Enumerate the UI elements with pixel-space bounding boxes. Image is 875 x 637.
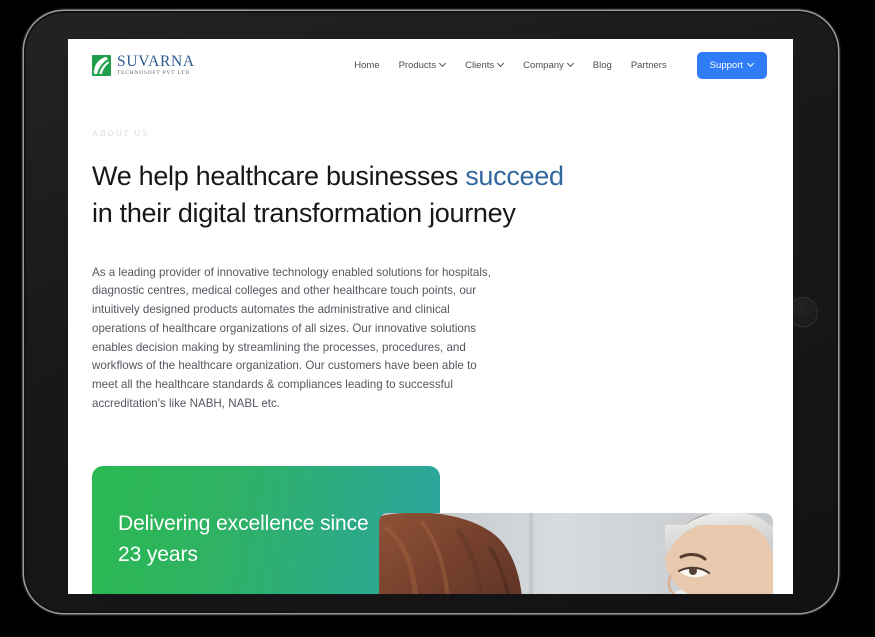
- photo-artwork: [379, 512, 773, 594]
- nav-item-label: Partners: [630, 59, 667, 71]
- nav-item-label: Clients: [465, 59, 495, 71]
- tablet-screen: SUVARNA Technosoft Pvt Ltd Home Products: [68, 39, 793, 594]
- brand-text-block: SUVARNA Technosoft Pvt Ltd: [117, 54, 195, 77]
- brand-tagline: Technosoft Pvt Ltd: [117, 70, 191, 77]
- suvarna-swoosh-logo-icon: [92, 54, 111, 76]
- page-title: We help healthcare businesses succeed in …: [92, 158, 612, 233]
- nav-item-label: Products: [398, 59, 437, 71]
- brand-name: SUVARNA: [117, 52, 195, 70]
- nav-item-label: Blog: [592, 59, 612, 71]
- brand-logo-link[interactable]: SUVARNA Technosoft Pvt Ltd: [92, 54, 195, 77]
- headline-accent-word: succeed: [465, 161, 564, 191]
- chevron-down-icon: [498, 61, 504, 67]
- support-button[interactable]: Support: [696, 51, 767, 79]
- headline-part-one: We help healthcare businesses: [92, 161, 466, 191]
- nav-item-home[interactable]: Home: [354, 60, 379, 71]
- nav-item-partners[interactable]: Partners: [631, 60, 667, 71]
- screenshot-stage: SUVARNA Technosoft Pvt Ltd Home Products: [0, 0, 875, 637]
- promo-section: Delivering excellence since 23 years: [68, 465, 793, 594]
- chevron-down-icon: [748, 61, 754, 67]
- two-healthcare-workers-photo: [379, 512, 773, 594]
- site-navbar: SUVARNA Technosoft Pvt Ltd Home Products: [68, 39, 793, 91]
- headline-part-two: in their digital transformation journey: [92, 198, 516, 229]
- about-paragraph: As a leading provider of innovative tech…: [92, 265, 491, 410]
- nav-item-clients[interactable]: Clients: [465, 60, 504, 71]
- nav-item-blog[interactable]: Blog: [593, 60, 612, 71]
- about-hero-section: ABOUT US We help healthcare businesses s…: [68, 128, 793, 414]
- tablet-device-frame: SUVARNA Technosoft Pvt Ltd Home Products: [24, 11, 838, 613]
- chevron-down-icon: [440, 61, 446, 67]
- support-button-label: Support: [709, 59, 743, 71]
- webpage-viewport: SUVARNA Technosoft Pvt Ltd Home Products: [68, 39, 793, 594]
- chevron-down-icon: [568, 61, 574, 67]
- primary-nav: Home Products Clients Company Blog Partn…: [354, 51, 767, 79]
- nav-item-company[interactable]: Company: [523, 60, 574, 71]
- nav-item-products[interactable]: Products: [399, 60, 447, 71]
- section-eyebrow: ABOUT US: [92, 128, 150, 138]
- promo-card-title: Delivering excellence since 23 years: [118, 511, 369, 566]
- nav-item-label: Company: [523, 59, 564, 71]
- nav-item-label: Home: [354, 59, 380, 71]
